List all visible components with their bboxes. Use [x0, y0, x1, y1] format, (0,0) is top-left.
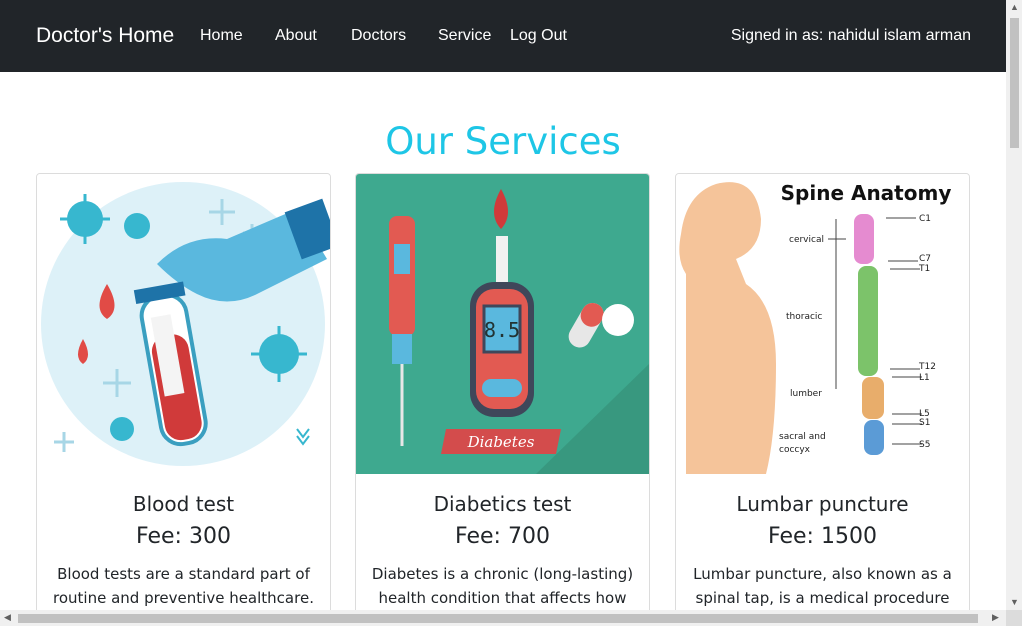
- meter-reading: 8.5: [484, 318, 520, 342]
- vertical-scrollbar[interactable]: ▲ ▼: [1006, 0, 1022, 610]
- service-card-blood-test[interactable]: Blood test Fee: 300 Blood tests are a st…: [36, 173, 331, 610]
- service-description: Lumbar puncture, also known as a spinal …: [693, 565, 952, 607]
- service-card-lumbar-puncture[interactable]: Spine Anatomy cervical thoracic lumber s…: [675, 173, 970, 610]
- nav-service[interactable]: Service: [438, 27, 491, 45]
- diabetics-test-image: 8.5 Diabetes: [356, 174, 649, 474]
- service-fee: Fee: 300: [136, 524, 231, 549]
- service-card-diabetics-test[interactable]: 8.5 Diabetes Diabetics test Fee: 700 Dia…: [355, 173, 650, 610]
- scrollbar-corner: [1006, 610, 1022, 626]
- page-title: Our Services: [385, 120, 621, 163]
- scroll-right-icon[interactable]: ▶: [992, 612, 999, 623]
- nav-about[interactable]: About: [275, 27, 317, 45]
- banner-text: Diabetes: [467, 433, 535, 451]
- service-name: Lumbar puncture: [736, 492, 909, 516]
- label-coccyx: coccyx: [779, 445, 811, 455]
- service-description: Blood tests are a standard part of routi…: [53, 565, 314, 607]
- label-lumber: lumber: [790, 389, 822, 399]
- service-name: Diabetics test: [433, 492, 572, 516]
- page-viewport: Doctor's Home Home About Doctors Service…: [0, 0, 1006, 610]
- nav-home[interactable]: Home: [200, 27, 243, 45]
- marker-l1: L1: [919, 373, 930, 383]
- marker-t1: T1: [918, 264, 930, 274]
- vertical-scroll-thumb[interactable]: [1010, 18, 1019, 148]
- blood-test-image: [37, 174, 330, 474]
- scroll-up-icon[interactable]: ▲: [1010, 2, 1019, 12]
- label-sacral: sacral and: [779, 432, 826, 442]
- brand-link[interactable]: Doctor's Home: [36, 24, 174, 48]
- service-description: Diabetes is a chronic (long-lasting) hea…: [371, 565, 634, 607]
- label-thoracic: thoracic: [786, 312, 822, 322]
- marker-c7: C7: [919, 254, 931, 264]
- nav-doctors[interactable]: Doctors: [351, 27, 406, 45]
- service-fee: Fee: 700: [455, 524, 550, 549]
- marker-s1: S1: [919, 418, 930, 428]
- nav-logout[interactable]: Log Out: [510, 27, 567, 45]
- signed-in-text: Signed in as: nahidul islam arman: [730, 27, 971, 44]
- horizontal-scroll-thumb[interactable]: [18, 614, 978, 623]
- image-title: Spine Anatomy: [781, 181, 952, 205]
- horizontal-scrollbar[interactable]: ◀ ▶: [0, 610, 1006, 626]
- scroll-down-icon[interactable]: ▼: [1010, 597, 1019, 607]
- marker-c1: C1: [919, 214, 931, 224]
- navbar: Doctor's Home Home About Doctors Service…: [0, 0, 1006, 72]
- marker-s5: S5: [919, 440, 930, 450]
- spine-anatomy-image: Spine Anatomy cervical thoracic lumber s…: [676, 174, 969, 474]
- service-name: Blood test: [132, 492, 235, 516]
- service-fee: Fee: 1500: [768, 524, 877, 549]
- marker-t12: T12: [918, 362, 936, 372]
- label-cervical: cervical: [789, 235, 824, 245]
- scroll-left-icon[interactable]: ◀: [4, 612, 11, 623]
